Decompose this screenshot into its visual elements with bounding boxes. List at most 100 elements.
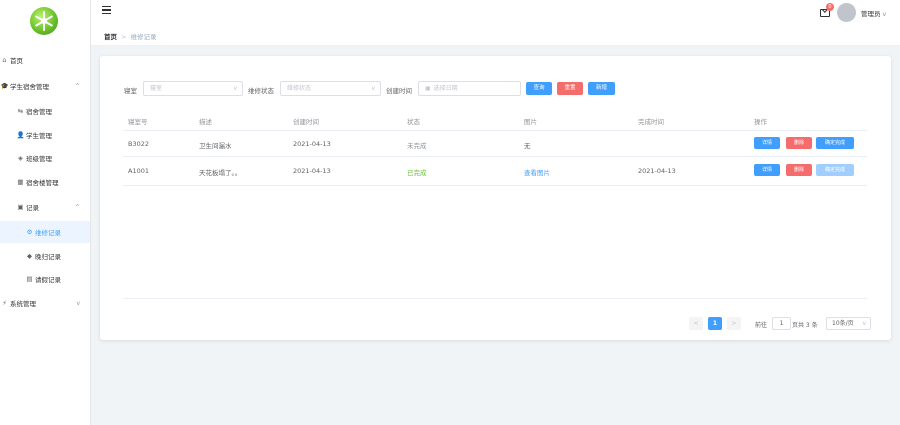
confirm-complete-button-disabled: 确定完成 — [816, 164, 854, 176]
column-header-finished: 完成时间 — [638, 118, 664, 126]
status-label: 维修状态 — [248, 87, 274, 95]
status-placeholder: 维修状态 — [287, 85, 312, 92]
user-menu[interactable]: 管理员 v — [861, 8, 886, 18]
table-divider — [123, 130, 867, 131]
graduation-cap-icon: 🎓 — [0, 82, 9, 90]
cell-status: 已完成 — [407, 169, 427, 177]
sidebar: ⌂ 首页 🎓 学生宿舍管理 ^ ⇆ 宿舍管理 👤 学生管理 ◈ 班级管理 ▦ 宿… — [0, 0, 91, 425]
breadcrumb: 首页 > 维修记录 — [104, 31, 156, 41]
dorm-label: 寝室 — [124, 87, 137, 95]
column-header-desc: 描述 — [199, 118, 212, 126]
menu-item-label: 班级管理 — [26, 155, 52, 163]
breadcrumb-home[interactable]: 首页 — [104, 33, 117, 41]
cell-image: 无 — [524, 142, 531, 150]
breadcrumb-current: 维修记录 — [130, 33, 157, 41]
page-size-select[interactable]: 10条/页 v — [826, 317, 871, 330]
avatar[interactable] — [837, 3, 856, 22]
column-header-image: 图片 — [524, 118, 537, 126]
query-button[interactable]: 查询 — [526, 82, 552, 95]
chevron-up-icon: ^ — [74, 82, 80, 90]
username: 管理员 — [861, 10, 881, 18]
menu-item-buildings[interactable]: ▦ 宿舍楼管理 — [0, 171, 90, 193]
column-header-created: 创建时间 — [293, 118, 319, 126]
chevron-up-icon: ^ — [74, 203, 80, 211]
menu-item-records[interactable]: ▣ 记录 ^ — [0, 196, 90, 218]
tag-icon: ◆ — [27, 252, 32, 260]
menu-item-label: 学生管理 — [26, 132, 52, 140]
detail-button[interactable]: 详情 — [754, 137, 780, 149]
menu-item-repair-records[interactable]: ⚙ 维修记录 — [0, 221, 90, 243]
swap-icon: ⇆ — [17, 107, 24, 115]
calendar-icon: ▣ — [17, 203, 24, 211]
repair-icon: ⚙ — [26, 228, 33, 236]
column-header-actions: 操作 — [754, 118, 767, 126]
next-page-button[interactable]: > — [727, 317, 741, 330]
document-icon: ▤ — [26, 275, 33, 283]
detail-button[interactable]: 详情 — [754, 164, 780, 176]
home-icon: ⌂ — [2, 56, 7, 64]
goto-label: 前往 — [755, 322, 768, 329]
status-select[interactable]: 维修状态 v — [280, 81, 381, 96]
cell-room: B3022 — [128, 140, 150, 148]
menu-item-label: 系统管理 — [10, 300, 36, 308]
calendar-icon: ▣ — [425, 85, 431, 92]
chevron-down-icon: v — [76, 299, 80, 307]
total-count-text: 页共 3 条 — [792, 322, 818, 329]
chevron-down-icon: v — [371, 85, 375, 92]
menu-item-late-records[interactable]: ◆ 晚归记录 — [0, 245, 90, 267]
top-bar: 首页 > 维修记录 0 管理员 v — [91, 0, 900, 46]
lightning-icon: ⚡ — [2, 299, 7, 307]
menu-item-system[interactable]: ⚡ 系统管理 v — [0, 292, 90, 314]
breadcrumb-separator: > — [121, 33, 127, 41]
logo-icon — [30, 7, 58, 35]
reset-button[interactable]: 重置 — [557, 82, 583, 95]
menu-item-label: 记录 — [26, 204, 39, 212]
cell-status: 未完成 — [407, 142, 427, 150]
notification-badge: 0 — [826, 3, 834, 11]
hamburger-icon[interactable] — [102, 6, 111, 16]
menu-item-label: 请假记录 — [35, 276, 61, 284]
menu-item-label: 宿舍管理 — [26, 108, 52, 116]
chevron-down-icon: v — [862, 320, 866, 327]
cell-finished: 2021-04-13 — [638, 167, 676, 175]
menu-item-home[interactable]: ⌂ 首页 — [0, 49, 90, 71]
date-picker[interactable]: ▣ 选择日期 — [418, 81, 521, 96]
cell-desc: 天花板塌了。。 — [199, 169, 242, 177]
menu-item-label: 宿舍楼管理 — [26, 179, 59, 187]
confirm-complete-button[interactable]: 确定完成 — [816, 137, 854, 149]
menu-item-label: 维修记录 — [35, 229, 61, 237]
menu-item-students[interactable]: 👤 学生管理 — [0, 124, 90, 146]
dorm-placeholder: 寝室 — [150, 85, 163, 92]
date-placeholder: 选择日期 — [433, 85, 458, 92]
add-button[interactable]: 新增 — [588, 82, 615, 95]
column-header-status: 状态 — [407, 118, 420, 126]
delete-button[interactable]: 删除 — [786, 164, 812, 176]
column-header-room: 寝室号 — [128, 118, 148, 126]
cell-desc: 卫生间漏水 — [199, 142, 232, 150]
time-label: 创建时间 — [386, 87, 412, 95]
dorm-select[interactable]: 寝室 v — [143, 81, 243, 96]
cell-created: 2021-04-13 — [293, 140, 331, 148]
view-image-link[interactable]: 查看图片 — [524, 167, 550, 177]
table-bottom-divider — [123, 298, 867, 299]
menu-item-dorm-admin[interactable]: 🎓 学生宿舍管理 ^ — [0, 75, 90, 97]
content-card: 寝室 寝室 v 维修状态 维修状态 v 创建时间 ▣ 选择日期 查询 重置 新增 … — [100, 56, 891, 340]
menu-item-label: 学生宿舍管理 — [10, 83, 49, 91]
prev-page-button[interactable]: < — [689, 317, 703, 330]
menu-item-classes[interactable]: ◈ 班级管理 — [0, 147, 90, 169]
menu-item-label: 首页 — [10, 57, 23, 65]
class-icon: ◈ — [18, 154, 23, 162]
delete-button[interactable]: 删除 — [786, 137, 812, 149]
page-size-value: 10条/页 — [832, 320, 854, 327]
user-icon: 👤 — [16, 131, 25, 139]
chevron-down-icon: v — [882, 10, 887, 18]
table-divider — [123, 185, 867, 186]
page-number-current[interactable]: 1 — [708, 317, 722, 330]
menu-item-dorms[interactable]: ⇆ 宿舍管理 — [0, 100, 90, 122]
menu-item-leave-records[interactable]: ▤ 请假记录 — [0, 268, 90, 290]
table-divider — [123, 156, 867, 157]
goto-page-input[interactable]: 1 — [772, 317, 791, 330]
building-icon: ▦ — [17, 178, 24, 186]
cell-room: A1001 — [128, 167, 149, 175]
menu-item-label: 晚归记录 — [35, 253, 61, 261]
